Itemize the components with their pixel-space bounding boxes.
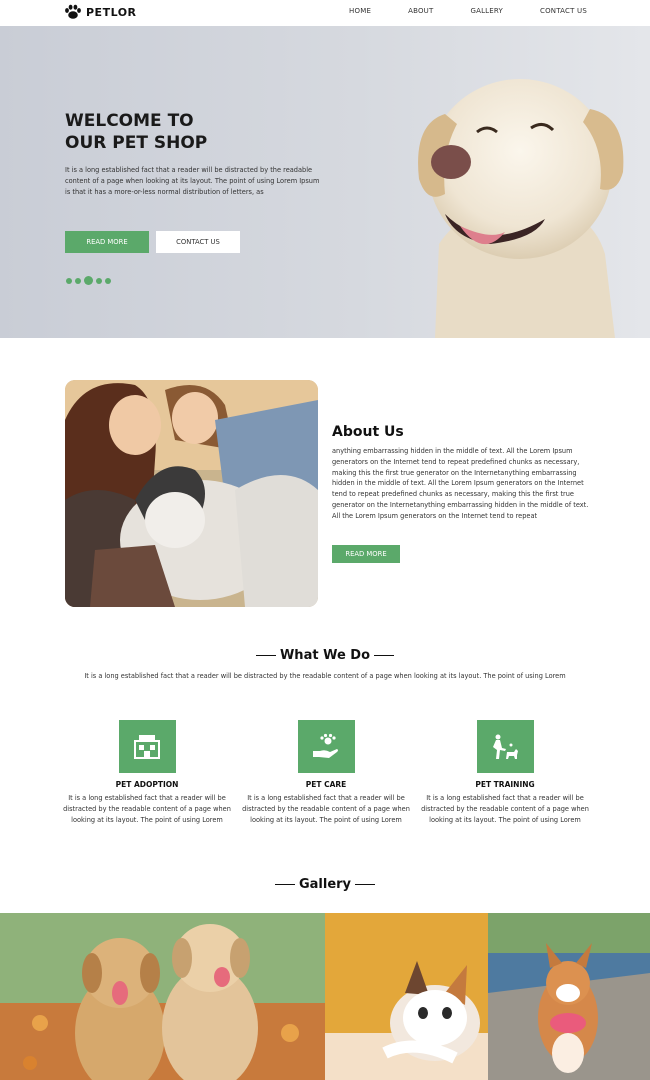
hero-dog-image: [418, 79, 624, 338]
hand-paw-icon: [313, 733, 338, 758]
service-icon-box: [118, 720, 176, 773]
gallery-heading: Gallery: [0, 877, 650, 892]
service-title: PET ADOPTION: [115, 780, 179, 789]
gallery-title: Gallery: [298, 877, 352, 892]
what-we-do-title: What We Do: [279, 648, 371, 663]
nav-menu: HOME ABOUT GALLERY CONTACT US: [312, 7, 587, 15]
paw-icon: [65, 4, 81, 19]
service-title: PET TRAINING: [475, 780, 535, 789]
about-image: [65, 380, 318, 607]
logo[interactable]: PETLOR: [64, 4, 137, 20]
heading-rule-right: [374, 654, 395, 657]
pet-house-icon: [134, 734, 160, 759]
dog-training-icon: [493, 734, 518, 759]
hero-description: It is a long established fact that a rea…: [65, 166, 320, 196]
service-description: It is a long established fact that a rea…: [421, 794, 589, 824]
gallery-image-puppies[interactable]: [0, 913, 325, 1080]
service-title: PET CARE: [305, 780, 347, 789]
about-read-more-button[interactable]: READ MORE: [332, 545, 400, 563]
hero-title-line2: OUR PET SHOP: [65, 133, 208, 153]
what-we-do-description: It is a long established fact that a rea…: [84, 672, 566, 680]
heading-rule-left: [274, 883, 295, 886]
service-icon-box: [297, 720, 355, 773]
navbar: PETLOR HOME ABOUT GALLERY CONTACT US: [0, 0, 650, 26]
nav-home-link[interactable]: HOME: [349, 7, 371, 15]
hero-contact-button[interactable]: CONTACT US: [156, 231, 240, 253]
about-text: anything embarrassing hidden in the midd…: [332, 447, 589, 520]
nav-about-link[interactable]: ABOUT: [408, 7, 433, 15]
slider-dot-active[interactable]: [84, 276, 93, 285]
hero-section: WELCOME TO OUR PET SHOP It is a long est…: [0, 26, 650, 338]
gallery-image-corgi[interactable]: [488, 913, 650, 1080]
logo-text: PETLOR: [86, 5, 137, 19]
about-title: About Us: [332, 424, 404, 440]
service-card-care[interactable]: PET CARE It is a long established fact t…: [236, 720, 416, 826]
slider-dot[interactable]: [66, 277, 72, 284]
slider-dot[interactable]: [105, 277, 111, 284]
heading-rule-left: [255, 654, 276, 657]
hero-read-more-button[interactable]: READ MORE: [65, 231, 149, 253]
slider-dot[interactable]: [75, 277, 81, 284]
service-card-training[interactable]: PET TRAINING It is a long established fa…: [415, 720, 595, 826]
service-card-adoption[interactable]: PET ADOPTION It is a long established fa…: [57, 720, 237, 826]
nav-contact-link[interactable]: CONTACT US: [540, 7, 587, 15]
what-we-do-heading: What We Do: [0, 648, 650, 663]
slider-dot[interactable]: [96, 277, 102, 284]
heading-rule-right: [355, 883, 376, 886]
service-description: It is a long established fact that a rea…: [242, 794, 410, 824]
service-description: It is a long established fact that a rea…: [63, 794, 231, 824]
gallery-grid: [0, 913, 650, 1080]
hero-title: WELCOME TO OUR PET SHOP: [65, 110, 265, 154]
nav-gallery-link[interactable]: GALLERY: [470, 7, 503, 15]
gallery-image-kitten[interactable]: [325, 913, 488, 1080]
service-icon-box: [476, 720, 534, 773]
hero-title-line1: WELCOME TO: [65, 111, 194, 131]
hero-slider-dots: [66, 276, 111, 285]
